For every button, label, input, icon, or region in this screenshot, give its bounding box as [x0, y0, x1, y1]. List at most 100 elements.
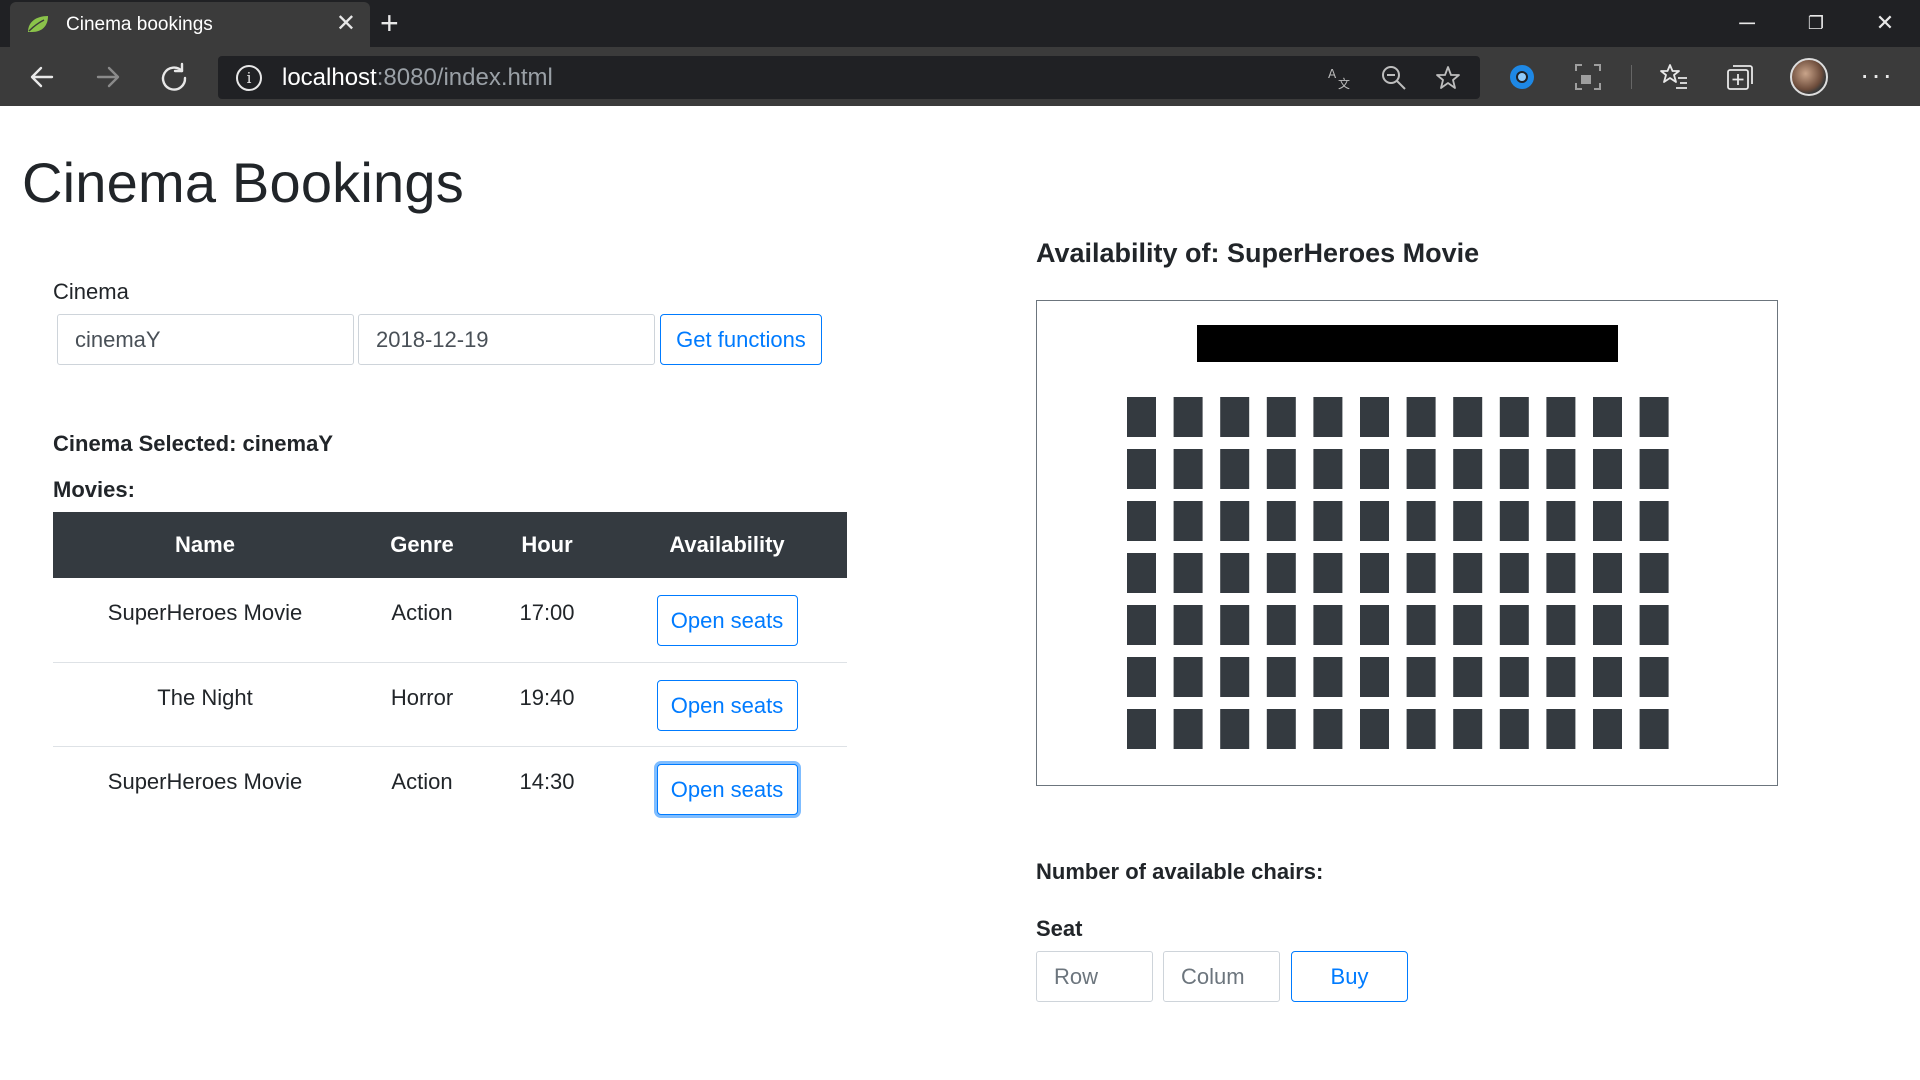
seat[interactable]: [1639, 449, 1669, 489]
seat[interactable]: [1453, 605, 1483, 645]
seat[interactable]: [1406, 657, 1436, 697]
seat[interactable]: [1127, 605, 1156, 645]
seat[interactable]: [1639, 553, 1669, 593]
seat[interactable]: [1360, 553, 1389, 593]
seat[interactable]: [1499, 709, 1529, 749]
more-options-icon[interactable]: ···: [1860, 59, 1894, 91]
seat[interactable]: [1639, 657, 1669, 697]
favorites-icon[interactable]: [1658, 61, 1690, 93]
seat[interactable]: [1220, 657, 1250, 697]
buy-button[interactable]: Buy: [1291, 951, 1408, 1002]
seat[interactable]: [1360, 397, 1389, 437]
seat[interactable]: [1266, 709, 1296, 749]
seat[interactable]: [1360, 605, 1389, 645]
seat[interactable]: [1546, 605, 1576, 645]
seat[interactable]: [1639, 709, 1669, 749]
seat[interactable]: [1127, 449, 1156, 489]
seat[interactable]: [1453, 449, 1483, 489]
seat[interactable]: [1220, 397, 1250, 437]
seat[interactable]: [1220, 449, 1250, 489]
seat[interactable]: [1173, 657, 1203, 697]
open-seats-button[interactable]: Open seats: [656, 679, 798, 731]
seat[interactable]: [1499, 657, 1529, 697]
seat[interactable]: [1127, 657, 1156, 697]
close-tab-icon[interactable]: ✕: [336, 10, 356, 38]
seat[interactable]: [1360, 449, 1389, 489]
seat[interactable]: [1127, 397, 1156, 437]
seat[interactable]: [1593, 397, 1622, 437]
seat[interactable]: [1313, 709, 1343, 749]
seat[interactable]: [1593, 605, 1622, 645]
seat[interactable]: [1127, 709, 1156, 749]
seat[interactable]: [1593, 553, 1622, 593]
address-bar[interactable]: i localhost:8080/index.html A 文: [218, 56, 1480, 99]
seat[interactable]: [1453, 709, 1483, 749]
favorite-star-icon[interactable]: [1434, 64, 1462, 92]
row-input[interactable]: Row: [1036, 951, 1153, 1002]
seat[interactable]: [1499, 449, 1529, 489]
seat[interactable]: [1313, 553, 1343, 593]
restore-icon[interactable]: ❐: [1793, 6, 1839, 40]
seat[interactable]: [1266, 397, 1296, 437]
open-seats-button[interactable]: Open seats: [656, 763, 798, 815]
seat[interactable]: [1406, 397, 1436, 437]
collections-icon[interactable]: [1724, 61, 1756, 93]
browser-tab[interactable]: Cinema bookings ✕: [10, 2, 370, 47]
date-input[interactable]: 2018-12-19: [358, 314, 655, 365]
info-icon[interactable]: i: [236, 65, 262, 91]
seat[interactable]: [1593, 709, 1622, 749]
seat[interactable]: [1546, 553, 1576, 593]
seat[interactable]: [1546, 501, 1576, 541]
seat[interactable]: [1453, 501, 1483, 541]
seat[interactable]: [1173, 709, 1203, 749]
new-tab-icon[interactable]: +: [380, 6, 399, 40]
extension-icon[interactable]: [1506, 61, 1538, 93]
zoom-icon[interactable]: [1380, 64, 1408, 92]
seat[interactable]: [1266, 657, 1296, 697]
seat[interactable]: [1499, 605, 1529, 645]
forward-icon[interactable]: [88, 57, 128, 97]
seat[interactable]: [1593, 657, 1622, 697]
seat[interactable]: [1546, 397, 1576, 437]
seat[interactable]: [1406, 605, 1436, 645]
seat[interactable]: [1173, 605, 1203, 645]
seat[interactable]: [1546, 657, 1576, 697]
seat[interactable]: [1453, 657, 1483, 697]
seat[interactable]: [1127, 553, 1156, 593]
seat[interactable]: [1266, 501, 1296, 541]
seat[interactable]: [1313, 449, 1343, 489]
seat[interactable]: [1499, 553, 1529, 593]
seat[interactable]: [1220, 605, 1250, 645]
seat[interactable]: [1220, 709, 1250, 749]
seat[interactable]: [1453, 553, 1483, 593]
seat[interactable]: [1173, 553, 1203, 593]
seat[interactable]: [1406, 553, 1436, 593]
seat[interactable]: [1406, 709, 1436, 749]
seat[interactable]: [1266, 553, 1296, 593]
column-input[interactable]: Colum: [1163, 951, 1280, 1002]
seat[interactable]: [1546, 709, 1576, 749]
seat[interactable]: [1499, 397, 1529, 437]
seat[interactable]: [1313, 657, 1343, 697]
seat[interactable]: [1593, 501, 1622, 541]
seat[interactable]: [1406, 449, 1436, 489]
seat[interactable]: [1639, 605, 1669, 645]
seat[interactable]: [1266, 449, 1296, 489]
seat[interactable]: [1313, 501, 1343, 541]
open-seats-button[interactable]: Open seats: [656, 595, 798, 646]
refresh-icon[interactable]: [154, 57, 194, 97]
seat[interactable]: [1313, 605, 1343, 645]
close-window-icon[interactable]: ✕: [1862, 6, 1908, 40]
seat[interactable]: [1173, 449, 1203, 489]
seat[interactable]: [1453, 397, 1483, 437]
seat[interactable]: [1173, 501, 1203, 541]
profile-avatar[interactable]: [1790, 58, 1828, 96]
seat[interactable]: [1360, 501, 1389, 541]
screenshot-icon[interactable]: [1572, 61, 1604, 93]
seat[interactable]: [1499, 501, 1529, 541]
seat[interactable]: [1266, 605, 1296, 645]
seat[interactable]: [1313, 397, 1343, 437]
seat[interactable]: [1593, 449, 1622, 489]
seat[interactable]: [1639, 501, 1669, 541]
back-icon[interactable]: [22, 57, 62, 97]
